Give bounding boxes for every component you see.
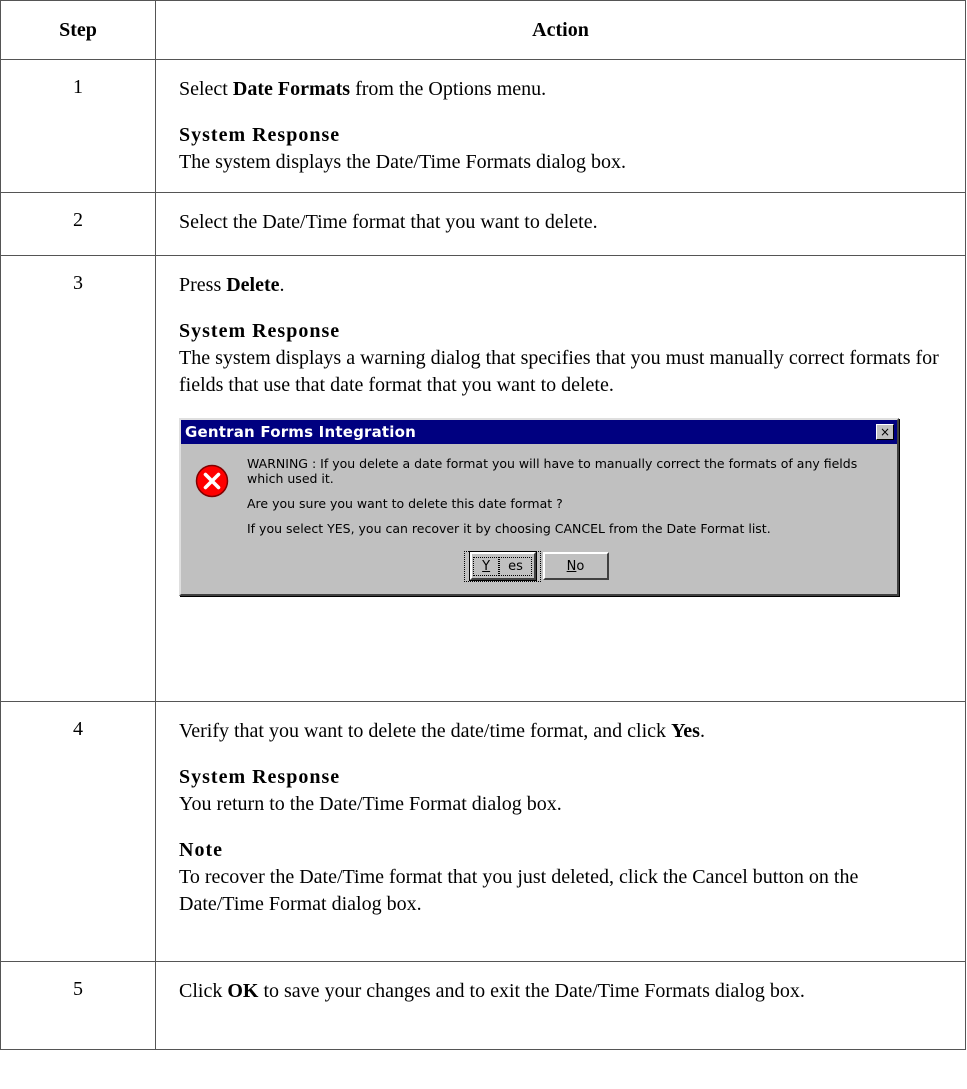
step-instruction: Select Date Formats from the Options men… <box>179 76 945 103</box>
no-label: o <box>576 558 585 574</box>
step-number: 5 <box>0 961 156 1050</box>
step-action: Verify that you want to delete the date/… <box>155 701 966 962</box>
close-icon: × <box>879 425 891 439</box>
response-text: The system displays a warning dialog tha… <box>179 347 939 396</box>
dialog-buttons: Yes No <box>181 546 897 594</box>
instruction-text: . <box>699 720 705 742</box>
note-heading: Note <box>179 839 223 861</box>
step-number: 4 <box>0 701 156 962</box>
response-heading: System Response <box>179 320 341 342</box>
step-action: Press Delete. System Response The system… <box>155 255 966 702</box>
no-accelerator: N <box>566 558 577 574</box>
instruction-text: Press <box>179 274 227 296</box>
response-heading: System Response <box>179 124 341 146</box>
dialog-message: WARNING : If you delete a date format yo… <box>247 456 885 546</box>
step-action: Click OK to save your changes and to exi… <box>155 961 966 1050</box>
instruction-text: Verify that you want to delete the date/… <box>179 720 672 742</box>
warning-dialog: Gentran Forms Integration × WARNING : If… <box>179 418 899 596</box>
instruction-text: Click <box>179 980 228 1002</box>
step-instruction: Click OK to save your changes and to exi… <box>179 978 945 1005</box>
dialog-titlebar: Gentran Forms Integration × <box>181 420 897 444</box>
instruction-text: to save your changes and to exit the Dat… <box>258 980 805 1002</box>
step-instruction: Press Delete. <box>179 272 945 299</box>
button-name: Yes <box>671 720 700 742</box>
step-row: 5 Click OK to save your changes and to e… <box>0 961 966 1050</box>
yes-label: es <box>499 556 532 576</box>
dialog-title: Gentran Forms Integration <box>185 422 417 441</box>
instruction-text: from the Options menu. <box>350 78 547 100</box>
instruction-text: Select <box>179 78 233 100</box>
procedure-table: Step Action 1 Select Date Formats from t… <box>0 0 966 1050</box>
response-heading: System Response <box>179 766 341 788</box>
step-row: 2 Select the Date/Time format that you w… <box>0 192 966 256</box>
no-button[interactable]: No <box>542 552 609 580</box>
system-response: System Response You return to the Date/T… <box>179 764 945 818</box>
yes-accelerator: Y <box>473 556 500 576</box>
button-name: OK <box>227 980 259 1002</box>
step-instruction: Select the Date/Time format that you wan… <box>179 211 598 233</box>
step-row: 3 Press Delete. System Response The syst… <box>0 255 966 702</box>
note-text: To recover the Date/Time format that you… <box>179 866 859 915</box>
step-number: 3 <box>0 255 156 702</box>
step-row: 4 Verify that you want to delete the dat… <box>0 701 966 962</box>
step-number: 1 <box>0 59 156 193</box>
confirm-question: Are you sure you want to delete this dat… <box>247 496 563 511</box>
response-text: The system displays the Date/Time Format… <box>179 151 627 173</box>
menu-item-name: Date Formats <box>232 78 351 100</box>
instruction-text: . <box>279 274 285 296</box>
yes-button[interactable]: Yes <box>464 550 541 582</box>
response-text: You return to the Date/Time Format dialo… <box>179 793 562 815</box>
note: Note To recover the Date/Time format tha… <box>179 837 945 918</box>
error-icon <box>195 464 229 498</box>
header-row: Step Action <box>0 0 966 60</box>
step-action: Select the Date/Time format that you wan… <box>155 192 966 256</box>
header-action: Action <box>155 0 966 60</box>
system-response: System Response The system displays the … <box>179 122 945 176</box>
step-number: 2 <box>0 192 156 256</box>
step-instruction: Verify that you want to delete the date/… <box>179 718 945 745</box>
key-name: Delete <box>226 274 280 296</box>
recovery-hint: If you select YES, you can recover it by… <box>247 521 771 536</box>
warning-text: WARNING : If you delete a date format yo… <box>247 456 858 486</box>
system-response: System Response The system displays a wa… <box>179 318 945 399</box>
close-button[interactable]: × <box>876 424 894 440</box>
header-step: Step <box>0 0 156 60</box>
dialog-body: WARNING : If you delete a date format yo… <box>181 444 897 546</box>
step-row: 1 Select Date Formats from the Options m… <box>0 59 966 193</box>
step-action: Select Date Formats from the Options men… <box>155 59 966 193</box>
